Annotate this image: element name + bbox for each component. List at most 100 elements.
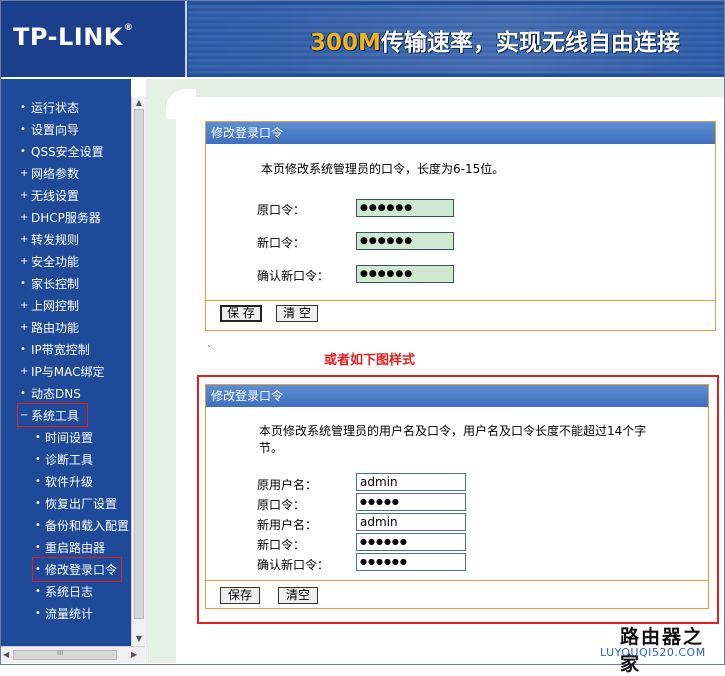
change-username-password-panel: 修改登录口令 本页修改系统管理员的用户名及口令，用户名及口令长度不能超过14个字… <box>205 384 709 609</box>
sidebar-subitem-factory-reset[interactable]: • 恢复出厂设置 <box>1 493 131 515</box>
sidebar-item-label: 安全功能 <box>31 255 80 269</box>
sidebar-item-label: 动态DNS <box>31 387 81 401</box>
sidebar-item-parental[interactable]: • 家长控制 <box>1 273 131 295</box>
save-button[interactable]: 保存 <box>220 587 260 604</box>
sidebar-item-label: 时间设置 <box>45 431 94 445</box>
scroll-down-icon[interactable]: ▼ <box>134 634 144 644</box>
expand-icon: + <box>20 190 29 201</box>
highlight-box-change-password <box>32 557 122 582</box>
scroll-right-icon[interactable]: ▶ <box>131 650 137 659</box>
expand-icon: + <box>20 366 29 377</box>
sidebar-item-ddns[interactable]: • 动态DNS <box>1 383 131 405</box>
change-password-panel: 修改登录口令 本页修改系统管理员的口令，长度为6-15位。 原口令： ●●●●●… <box>205 121 716 331</box>
content-top-band <box>146 79 724 97</box>
bullet-icon: • <box>35 432 41 443</box>
save-button[interactable]: 保 存 <box>220 305 262 322</box>
alternative-style-note: 或者如下图样式 <box>324 353 416 368</box>
expand-icon: + <box>20 256 29 267</box>
sidebar-item-wireless[interactable]: + 无线设置 <box>1 185 131 207</box>
scroll-grip-icon: III <box>57 649 64 657</box>
sidebar-subitem-backup[interactable]: • 备份和载入配置 <box>1 515 131 537</box>
sidebar-item-security[interactable]: + 安全功能 <box>1 251 131 273</box>
sidebar-item-label: 软件升级 <box>45 475 94 489</box>
registered-mark: ® <box>123 23 134 33</box>
sidebar-item-ip-mac[interactable]: + IP与MAC绑定 <box>1 361 131 383</box>
sidebar-scrollbar-horizontal[interactable]: ◀ III ▶ <box>1 646 145 663</box>
bullet-icon: • <box>35 608 41 619</box>
sidebar-item-label: 运行状态 <box>31 101 80 115</box>
bullet-icon: • <box>20 344 26 355</box>
panel-title: 修改登录口令 <box>206 385 708 407</box>
bullet-icon: • <box>35 586 41 597</box>
bullet-icon: • <box>20 146 26 157</box>
scroll-up-icon[interactable]: ▲ <box>134 98 144 108</box>
site-watermark: 路由器之家 LUYOUQI520.COM <box>594 620 724 675</box>
old-username-field[interactable]: admin <box>356 473 466 491</box>
scroll-left-icon[interactable]: ◀ <box>3 650 9 659</box>
old-username-label: 原用户名： <box>257 478 318 492</box>
sidebar-item-routing[interactable]: + 路由功能 <box>1 317 131 339</box>
sidebar-scrollbar-vertical[interactable]: ▲ ▼ <box>131 97 146 645</box>
sidebar-item-label: 诊断工具 <box>45 453 94 467</box>
scroll-thumb[interactable] <box>13 650 117 660</box>
bullet-icon: • <box>20 278 26 289</box>
sidebar-item-status[interactable]: • 运行状态 <box>1 97 131 119</box>
clear-button[interactable]: 清空 <box>278 587 318 604</box>
old-password-field[interactable]: ●●●●●● <box>356 199 454 217</box>
sidebar-item-label: 转发规则 <box>31 233 80 247</box>
expand-icon: + <box>20 168 29 179</box>
sidebar-subitem-firmware[interactable]: • 软件升级 <box>1 471 131 493</box>
expand-icon: + <box>20 322 29 333</box>
sidebar-subitem-traffic[interactable]: • 流量统计 <box>1 603 131 625</box>
new-username-field[interactable]: admin <box>356 513 466 531</box>
panel-divider <box>206 580 708 581</box>
sidebar-item-label: 无线设置 <box>31 189 80 203</box>
highlight-box-system-tools <box>17 403 88 427</box>
sidebar-item-wizard[interactable]: • 设置向导 <box>1 119 131 141</box>
sidebar-item-bandwidth[interactable]: • IP带宽控制 <box>1 339 131 361</box>
old-password-field[interactable]: ●●●●● <box>356 493 466 511</box>
confirm-password-label: 确认新口令： <box>257 558 330 572</box>
sidebar-item-qss[interactable]: • QSS安全设置 <box>1 141 131 163</box>
banner-highlight: 300M <box>310 30 381 56</box>
sidebar-item-label: IP带宽控制 <box>31 343 90 357</box>
sidebar-item-network[interactable]: + 网络参数 <box>1 163 131 185</box>
bullet-icon: • <box>20 388 26 399</box>
sidebar-item-label: IP与MAC绑定 <box>31 365 105 379</box>
stray-mark: ` <box>207 345 212 356</box>
sidebar-subitem-time[interactable]: • 时间设置 <box>1 427 131 449</box>
sidebar-subitem-diagnostic[interactable]: • 诊断工具 <box>1 449 131 471</box>
banner-text: 传输速率，实现无线自由连接 <box>380 30 680 56</box>
logo-text: TP-LINK <box>13 23 123 51</box>
clear-button[interactable]: 清 空 <box>276 305 318 322</box>
sidebar-item-label: 系统日志 <box>45 585 94 599</box>
sidebar-item-label: 上网控制 <box>31 299 80 313</box>
sidebar-subitem-reboot[interactable]: • 重启路由器 <box>1 537 131 559</box>
confirm-password-field[interactable]: ●●●●●● <box>356 553 466 571</box>
sidebar-item-label: 流量统计 <box>45 607 94 621</box>
expand-icon: + <box>20 212 29 223</box>
new-username-label: 新用户名： <box>257 518 318 532</box>
old-password-label: 原口令： <box>257 498 306 512</box>
expand-icon: + <box>20 300 29 311</box>
new-password-field[interactable]: ●●●●●● <box>356 533 466 551</box>
sidebar-item-dhcp[interactable]: + DHCP服务器 <box>1 207 131 229</box>
sidebar-subitem-log[interactable]: • 系统日志 <box>1 581 131 603</box>
confirm-password-field[interactable]: ●●●●●● <box>356 265 454 283</box>
bullet-icon: • <box>35 454 41 465</box>
header-banner: 300M传输速率，实现无线自由连接 <box>188 1 724 77</box>
panel-description-line: 节。 <box>259 441 284 455</box>
sidebar-nav: • 运行状态 • 设置向导 • QSS安全设置 + 网络参数 + 无线设置 + DHCP服务… <box>1 97 131 625</box>
panel-divider <box>206 300 715 301</box>
sidebar-item-forwarding[interactable]: + 转发规则 <box>1 229 131 251</box>
new-password-label: 新口令： <box>257 236 306 250</box>
sidebar-item-label: 网络参数 <box>31 167 80 181</box>
new-password-label: 新口令： <box>257 538 306 552</box>
scroll-thumb[interactable] <box>134 109 144 619</box>
confirm-password-label: 确认新口令： <box>257 269 330 283</box>
new-password-field[interactable]: ●●●●●● <box>356 232 454 250</box>
panel-description: 本页修改系统管理员的用户名及口令，用户名及口令长度不能超过14个字 节。 <box>259 423 669 457</box>
panel-description: 本页修改系统管理员的口令，长度为6-15位。 <box>261 162 505 176</box>
header: TP-LINK® 300M传输速率，实现无线自由连接 <box>1 1 724 77</box>
sidebar-item-access-control[interactable]: + 上网控制 <box>1 295 131 317</box>
